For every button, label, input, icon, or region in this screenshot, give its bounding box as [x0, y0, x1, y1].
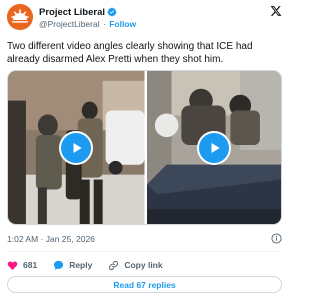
media-grid	[7, 70, 282, 225]
tweet-actions: 681 Reply Copy link	[7, 258, 179, 272]
author-name-row: Project Liberal	[39, 6, 117, 18]
x-logo-icon[interactable]	[270, 5, 282, 17]
follow-button[interactable]: Follow	[109, 19, 136, 29]
play-button[interactable]	[196, 130, 231, 165]
tweet-header: Project Liberal @ProjectLiberal · Follow	[7, 4, 282, 32]
info-icon[interactable]	[271, 233, 282, 244]
separator-dot: ·	[102, 19, 106, 29]
reply-label: Reply	[69, 260, 93, 270]
reply-bubble-icon	[54, 260, 64, 270]
read-replies-button[interactable]: Read 67 replies	[7, 276, 282, 293]
link-icon	[109, 260, 119, 270]
reply-button[interactable]: Reply	[53, 260, 92, 271]
tweet-card: Project Liberal @ProjectLiberal · Follow…	[0, 0, 289, 300]
author-handle[interactable]: @ProjectLiberal	[39, 19, 100, 29]
copy-link-button[interactable]: Copy link	[108, 260, 163, 271]
like-button[interactable]: 681	[7, 260, 37, 271]
tweet-timestamp[interactable]: 1:02 AM · Jan 25, 2026	[7, 234, 95, 244]
author-handle-row: @ProjectLiberal · Follow	[39, 19, 136, 29]
verified-badge-icon	[107, 7, 117, 17]
play-icon	[73, 142, 82, 153]
author-name[interactable]: Project Liberal	[39, 7, 105, 18]
play-button[interactable]	[59, 130, 94, 165]
avatar[interactable]	[7, 4, 33, 30]
play-icon	[211, 142, 220, 153]
video-left[interactable]	[8, 71, 145, 224]
heart-icon	[7, 260, 18, 270]
tweet-text: Two different video angles clearly showi…	[7, 41, 253, 65]
sun-logo-icon	[7, 4, 33, 30]
like-count: 681	[23, 260, 38, 270]
video-right[interactable]	[144, 71, 281, 224]
copy-link-label: Copy link	[124, 260, 163, 270]
divider	[7, 251, 282, 252]
